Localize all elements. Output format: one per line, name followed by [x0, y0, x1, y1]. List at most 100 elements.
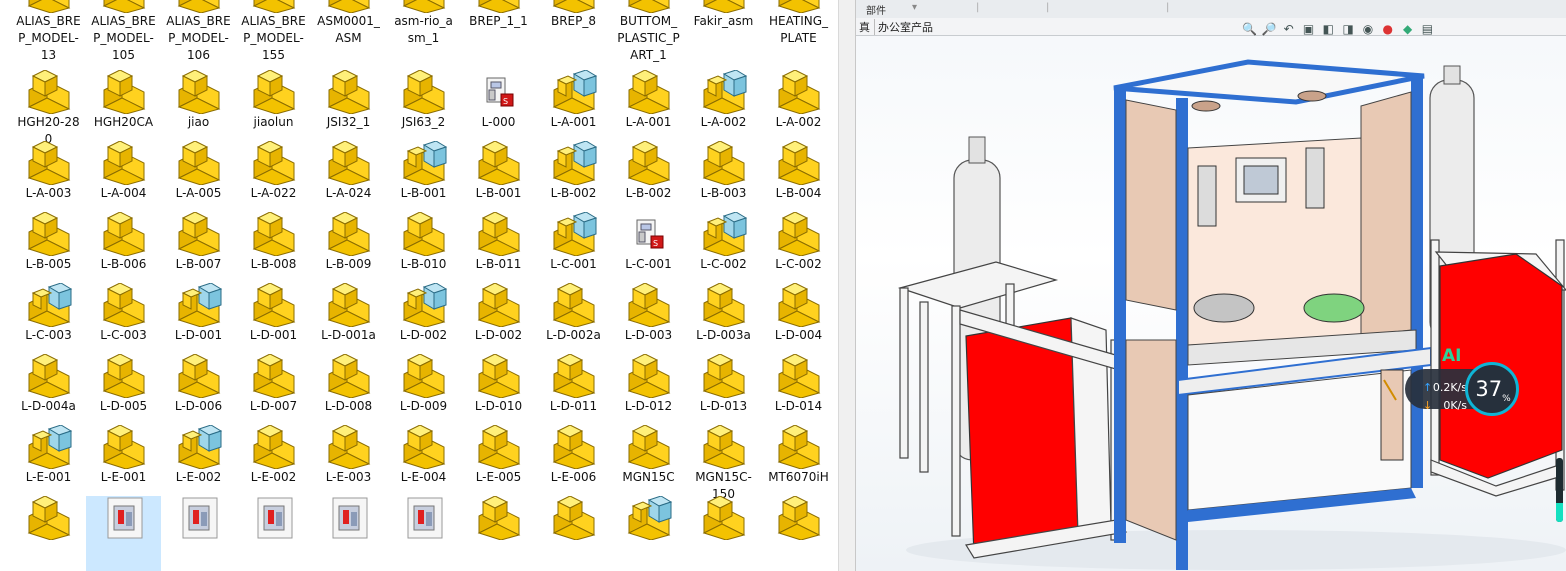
view-orientation-icon[interactable]: ◧: [1321, 22, 1335, 36]
file-item[interactable]: L-D-001: [161, 282, 236, 344]
file-item[interactable]: jiaolun: [236, 69, 311, 131]
file-item[interactable]: L-C-001: [536, 211, 611, 273]
pane-splitter[interactable]: [838, 0, 856, 571]
file-item[interactable]: L-D-009: [386, 353, 461, 415]
file-item[interactable]: L-A-024: [311, 140, 386, 202]
previous-view-icon[interactable]: ↶: [1282, 22, 1296, 36]
file-item[interactable]: L-B-001: [461, 140, 536, 202]
file-item[interactable]: asm-rio_a sm_1: [386, 0, 461, 47]
file-item[interactable]: L-C-002: [761, 211, 836, 273]
file-item[interactable]: L-A-002: [761, 69, 836, 131]
file-item[interactable]: [236, 496, 311, 540]
file-item[interactable]: L-A-001: [536, 69, 611, 131]
display-style-icon[interactable]: ◨: [1341, 22, 1355, 36]
file-item[interactable]: L-D-014: [761, 353, 836, 415]
file-item[interactable]: JSI32_1: [311, 69, 386, 131]
cpu-usage-gauge[interactable]: 37%: [1465, 362, 1519, 416]
file-item[interactable]: L-B-002: [536, 140, 611, 202]
file-item[interactable]: Fakir_asm: [686, 0, 761, 30]
section-view-icon[interactable]: ▣: [1301, 22, 1315, 36]
file-item[interactable]: HEATING_ PLATE: [761, 0, 836, 47]
file-item[interactable]: ALIAS_BRE P_MODEL- 13: [11, 0, 86, 64]
file-item[interactable]: L-D-012: [611, 353, 686, 415]
file-item[interactable]: ALIAS_BRE P_MODEL- 105: [86, 0, 161, 64]
menu-item-parts[interactable]: 部件: [866, 2, 886, 17]
file-item[interactable]: L-D-002: [461, 282, 536, 344]
tab-office-products[interactable]: 办公室产品: [874, 19, 936, 35]
network-monitor-widget[interactable]: ↑ 0.2K/s ↓ 0K/s 37%: [1405, 362, 1525, 416]
hide-show-icon[interactable]: ◉: [1361, 22, 1375, 36]
file-item[interactable]: L-B-004: [761, 140, 836, 202]
file-item[interactable]: L-E-003: [311, 424, 386, 486]
file-item[interactable]: ALIAS_BRE P_MODEL- 155: [236, 0, 311, 64]
file-item[interactable]: L-A-003: [11, 140, 86, 202]
file-item[interactable]: HGH20-28 0: [11, 69, 86, 148]
cad-model-viewport[interactable]: [856, 40, 1566, 571]
file-item[interactable]: S L-000: [461, 70, 536, 131]
file-item[interactable]: L-D-002: [386, 282, 461, 344]
file-item[interactable]: MGN15C- 150: [686, 424, 761, 503]
file-item[interactable]: L-C-003: [86, 282, 161, 344]
file-item[interactable]: [761, 495, 836, 541]
file-item[interactable]: L-D-003: [611, 282, 686, 344]
file-item[interactable]: [536, 495, 611, 541]
file-item[interactable]: L-D-010: [461, 353, 536, 415]
file-item[interactable]: HGH20CA: [86, 69, 161, 131]
file-item[interactable]: L-E-001: [86, 424, 161, 486]
file-item[interactable]: jiao: [161, 69, 236, 131]
file-item[interactable]: L-D-008: [311, 353, 386, 415]
file-item[interactable]: L-E-002: [161, 424, 236, 486]
file-item[interactable]: ASM0001_ ASM: [311, 0, 386, 47]
file-item[interactable]: BREP_1_1: [461, 0, 536, 30]
file-item[interactable]: L-B-003: [686, 140, 761, 202]
file-item[interactable]: L-B-010: [386, 211, 461, 273]
file-item[interactable]: ALIAS_BRE P_MODEL- 106: [161, 0, 236, 64]
file-item[interactable]: BUTTOM_ PLASTIC_P ART_1: [611, 0, 686, 64]
file-item[interactable]: MGN15C: [611, 424, 686, 486]
file-item[interactable]: L-B-011: [461, 211, 536, 273]
file-item[interactable]: L-B-006: [86, 211, 161, 273]
file-item[interactable]: L-E-001: [11, 424, 86, 486]
file-item[interactable]: L-B-005: [11, 211, 86, 273]
file-item[interactable]: L-D-004: [761, 282, 836, 344]
file-item[interactable]: L-D-001: [236, 282, 311, 344]
file-item[interactable]: L-B-009: [311, 211, 386, 273]
file-item[interactable]: L-D-006: [161, 353, 236, 415]
file-item[interactable]: JSI63_2: [386, 69, 461, 131]
file-item[interactable]: L-D-003a: [686, 282, 761, 344]
file-item[interactable]: L-D-013: [686, 353, 761, 415]
view-settings-icon[interactable]: ▤: [1420, 22, 1434, 36]
file-item[interactable]: [686, 495, 761, 541]
file-item[interactable]: S L-C-001: [611, 212, 686, 273]
file-item[interactable]: [11, 495, 86, 541]
file-item[interactable]: L-A-002: [686, 69, 761, 131]
file-item[interactable]: L-D-005: [86, 353, 161, 415]
file-item[interactable]: L-A-022: [236, 140, 311, 202]
apply-scene-icon[interactable]: ◆: [1401, 22, 1415, 36]
file-item[interactable]: L-A-005: [161, 140, 236, 202]
file-item[interactable]: L-E-002: [236, 424, 311, 486]
file-item[interactable]: L-E-006: [536, 424, 611, 486]
file-item[interactable]: [386, 496, 461, 540]
file-item[interactable]: L-B-008: [236, 211, 311, 273]
file-item[interactable]: L-C-003: [11, 282, 86, 344]
file-item[interactable]: [311, 496, 386, 540]
file-item[interactable]: L-D-004a: [11, 353, 86, 415]
zoom-area-icon[interactable]: 🔎: [1262, 22, 1277, 36]
file-item[interactable]: [161, 496, 236, 540]
file-item[interactable]: L-B-002: [611, 140, 686, 202]
file-item[interactable]: [461, 495, 536, 541]
edit-appearance-icon[interactable]: ●: [1381, 22, 1395, 36]
file-item[interactable]: [86, 496, 161, 571]
file-item[interactable]: L-D-001a: [311, 282, 386, 344]
file-item[interactable]: L-D-002a: [536, 282, 611, 344]
dropdown-arrow-icon[interactable]: ▾: [912, 2, 917, 13]
file-item[interactable]: MT6070iH: [761, 424, 836, 486]
file-item[interactable]: L-A-004: [86, 140, 161, 202]
tab-partial[interactable]: 真: [856, 19, 873, 35]
file-item[interactable]: L-A-001: [611, 69, 686, 131]
file-item[interactable]: L-B-001: [386, 140, 461, 202]
file-item[interactable]: L-D-007: [236, 353, 311, 415]
file-item[interactable]: L-B-007: [161, 211, 236, 273]
file-item[interactable]: L-E-005: [461, 424, 536, 486]
